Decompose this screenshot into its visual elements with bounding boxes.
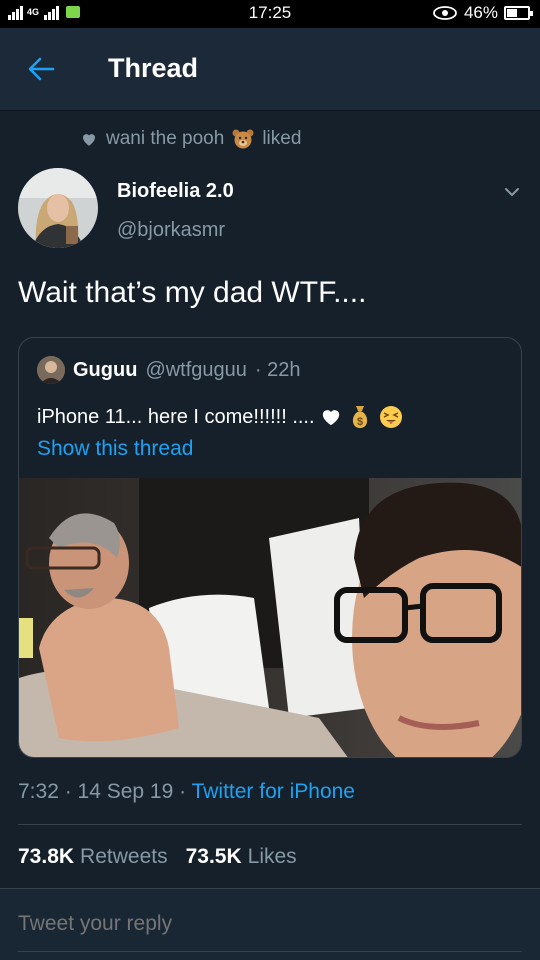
show-thread-link[interactable]: Show this thread xyxy=(37,437,193,461)
quoted-tweet-header: Guguu @wtfguguu · 22h xyxy=(37,356,301,384)
svg-text:$: $ xyxy=(357,416,363,428)
quoted-author-avatar xyxy=(37,356,65,384)
liked-label: liked xyxy=(262,128,302,149)
tweet-text: Wait that’s my dad WTF.... xyxy=(18,276,367,309)
retweets-stat[interactable]: 73.8K Retweets xyxy=(18,845,168,869)
status-bar: 4G 17:25 46% xyxy=(0,0,540,28)
chevron-down-icon[interactable] xyxy=(502,182,522,202)
retweets-count: 73.8K xyxy=(18,845,75,868)
liker-name: wani the pooh xyxy=(106,128,225,149)
engagement-stats: 73.8K Retweets 73.5K Likes xyxy=(18,845,297,869)
page-title: Thread xyxy=(108,53,199,83)
heart-icon xyxy=(83,134,95,146)
heart-emoji-icon xyxy=(322,410,339,426)
author-avatar-image xyxy=(18,168,98,248)
money-bag-emoji-icon: $ xyxy=(352,406,367,428)
likes-label: Likes xyxy=(247,845,297,868)
divider xyxy=(18,824,522,825)
quoted-author-name: Guguu xyxy=(73,358,138,381)
quoted-tweet-text: iPhone 11... here I come!!!!!! .... $ xyxy=(37,404,403,430)
app-header: Thread xyxy=(0,28,540,110)
battery-icon xyxy=(504,6,533,20)
reply-input[interactable] xyxy=(18,912,518,936)
likes-count: 73.5K xyxy=(185,845,242,868)
battery-level xyxy=(507,9,518,17)
bear-emoji-icon xyxy=(232,129,254,149)
quoted-tweet-body: iPhone 11... here I come!!!!!! .... xyxy=(37,405,315,428)
quoted-tweet[interactable]: Guguu @wtfguguu · 22h iPhone 11... here … xyxy=(18,337,522,758)
author-handle[interactable]: @bjorkasmr xyxy=(117,219,225,242)
retweets-label: Retweets xyxy=(80,845,168,868)
back-arrow-icon[interactable] xyxy=(26,54,56,84)
reply-underline xyxy=(18,951,522,952)
eye-comfort-icon xyxy=(433,6,457,20)
quoted-tweet-photo[interactable] xyxy=(19,478,522,758)
quoted-author-handle: @wtfguguu xyxy=(145,358,247,381)
squinting-tongue-emoji-icon xyxy=(379,406,402,428)
tweet-timestamp: 7:32 · 14 Sep 19 · Twitter for iPhone xyxy=(18,780,355,804)
tweet-source-link[interactable]: Twitter for iPhone xyxy=(192,780,355,803)
social-context[interactable]: wani the pooh liked xyxy=(80,128,301,150)
author-avatar[interactable] xyxy=(18,168,98,248)
quoted-tweet-age: · 22h xyxy=(254,358,301,381)
tweet-datetime: 7:32 · 14 Sep 19 · xyxy=(18,780,192,803)
likes-stat[interactable]: 73.5K Likes xyxy=(186,845,297,869)
header-divider xyxy=(0,110,540,111)
battery-percent: 46% xyxy=(463,3,498,22)
author-name[interactable]: Biofeelia 2.0 xyxy=(117,180,234,203)
status-right: 46% xyxy=(432,3,533,23)
